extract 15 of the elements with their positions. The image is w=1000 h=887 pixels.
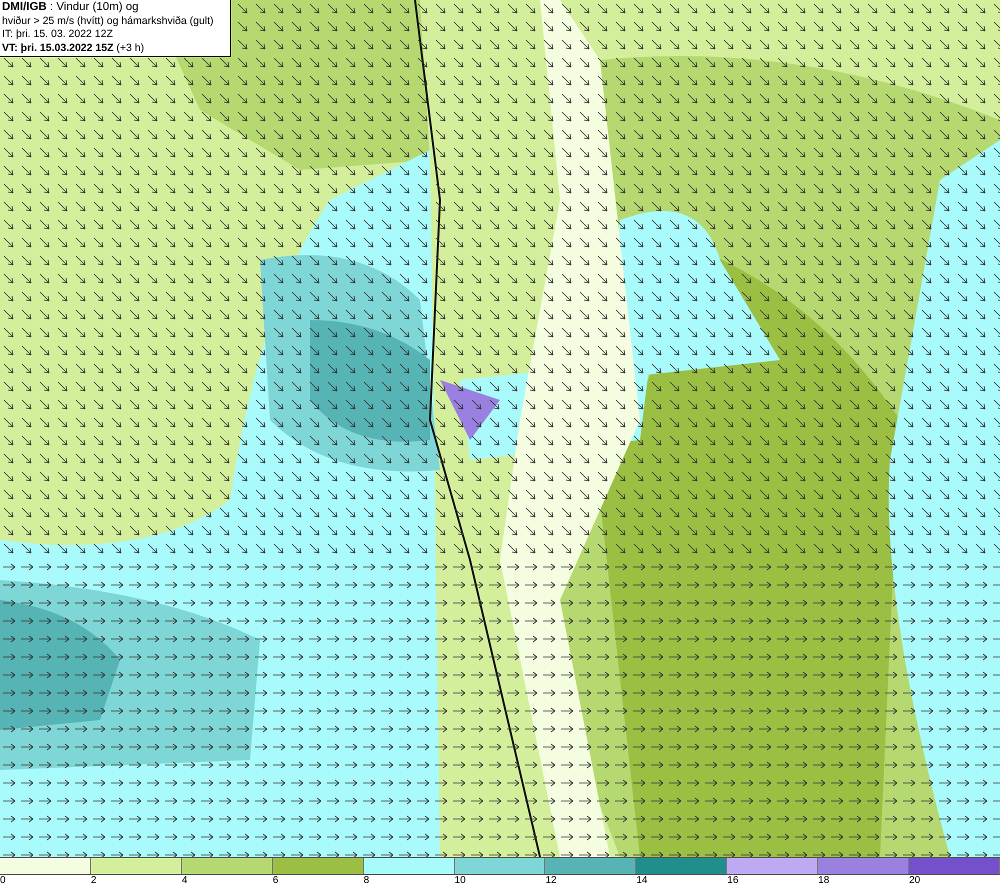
scale-label: 18 <box>818 875 830 887</box>
scale-label: 10 <box>454 875 466 887</box>
scale-label: 6 <box>272 875 278 887</box>
info-text: DMI/IGB : Vindur (10m) og <box>2 1 140 14</box>
scale-label: 20 <box>909 875 920 887</box>
scale-label: 14 <box>636 875 648 887</box>
scale-label: 16 <box>727 875 738 887</box>
scale-label: 0 <box>0 875 6 887</box>
info-text: IT: þri. 15. 03. 2022 12Z <box>2 28 114 42</box>
info-text: hviður > 25 m/s (hvítt) og hámarkshviða (gult) <box>2 14 215 28</box>
info-text: VT: þri. 15.03.2022 15Z (+3 h) <box>2 42 146 55</box>
scale-label: 2 <box>90 875 96 887</box>
scale-label: 4 <box>182 875 188 887</box>
scale-label: 12 <box>545 875 557 887</box>
scale-label: 8 <box>364 875 370 887</box>
